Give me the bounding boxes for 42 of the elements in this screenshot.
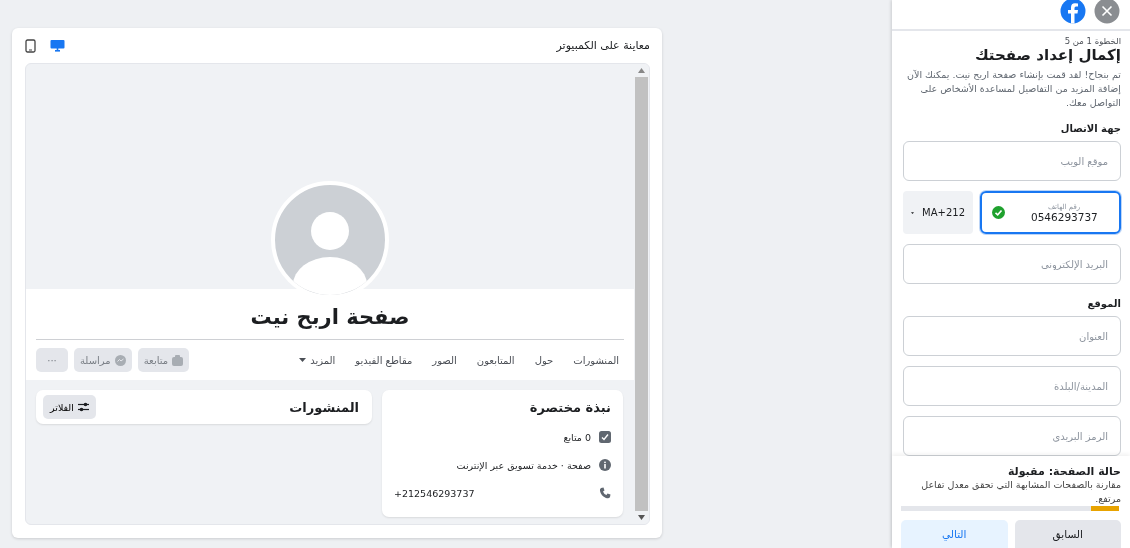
intro-text: صفحة · خدمة تسويق عبر الإنترنت [456, 459, 591, 471]
desktop-icon[interactable] [50, 38, 65, 52]
preview-title: معاينة على الكمبيوتر [556, 39, 650, 52]
intro-title: نبذة مختصرة [528, 400, 611, 415]
mobile-icon[interactable] [25, 38, 36, 53]
scroll-up-icon [638, 68, 645, 73]
back-button[interactable]: السابق [1014, 520, 1121, 548]
page-tab[interactable]: الصور [432, 354, 457, 366]
input-field[interactable]: البريد الإلكتروني [903, 244, 1121, 284]
step-indicator: الخطوة 1 من 5 [1063, 36, 1121, 46]
page-tab[interactable]: مقاطع الفيديو [355, 354, 413, 366]
input-field[interactable]: العنوان [903, 316, 1121, 356]
page-name: صفحة اربح نيت [250, 305, 410, 329]
message-icon [114, 354, 126, 366]
setup-title: إكمال إعداد صفحتك [973, 46, 1121, 64]
status-title: حالة الصفحة: مقبولة [1006, 465, 1121, 478]
phone-icon [599, 487, 611, 499]
sliders-icon [77, 402, 89, 412]
scroll-down-icon [638, 515, 645, 520]
section-heading: الموقع [1086, 298, 1121, 309]
input-field[interactable]: الرمز البريدي [903, 416, 1121, 456]
section-heading: جهة الاتصال [1059, 123, 1121, 134]
intro-text: 0 متابع [563, 431, 591, 443]
caret-icon [299, 358, 307, 362]
filters-button[interactable]: الفلاتر [43, 395, 96, 419]
next-button[interactable]: التالي [901, 520, 1008, 548]
close-icon[interactable] [1094, 0, 1120, 24]
page-tab[interactable]: حول [534, 354, 554, 366]
follow-icon [172, 354, 184, 366]
page-tab[interactable]: المتابعون [476, 354, 515, 366]
status-text: مقارنة بالصفحات المشابهة التي تحقق معدل تفاعل مرتفع. [920, 478, 1121, 506]
info-icon [599, 459, 611, 471]
country-code-dropdown[interactable]: MA+212 [903, 191, 973, 234]
page-tab[interactable]: المزيد [299, 354, 336, 366]
setup-description: تم بنجاح! لقد قمت بإنشاء صفحة اربح نيت. يمكنك الآن إضافة المزيد من التفاصيل لمساعدة الأشخاص على التواصل معك. [906, 68, 1121, 110]
checkbox-icon [599, 431, 611, 443]
page-tab[interactable]: المنشورات [573, 354, 619, 366]
input-field[interactable]: موقع الويب [903, 141, 1121, 181]
posts-title: المنشورات [289, 399, 360, 415]
input-field[interactable]: المدينة/البلدة [903, 366, 1121, 406]
phone-value: 0546293737 [1031, 210, 1099, 223]
intro-text: +212546293737 [394, 487, 475, 499]
